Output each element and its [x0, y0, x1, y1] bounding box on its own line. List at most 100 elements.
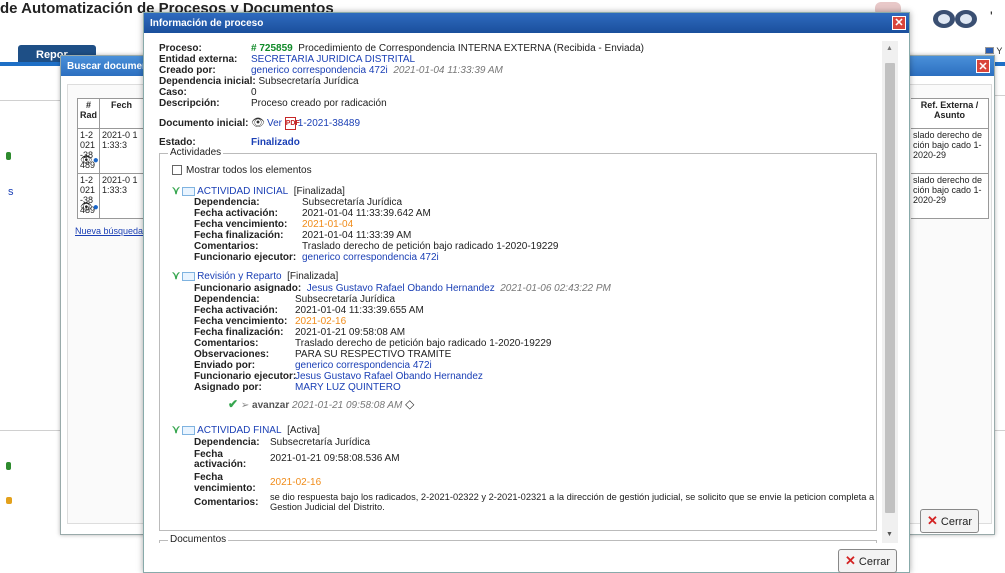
- field-label: Fecha finalización:: [194, 230, 284, 241]
- warning-dot-icon: [6, 497, 12, 504]
- column-header-date: Fech: [99, 98, 143, 129]
- created-date: 2021-01-04 11:33:39 AM: [393, 65, 503, 76]
- activity-name[interactable]: Revisión y Reparto: [197, 271, 281, 282]
- advance-date: 2021-01-21 09:58:08 AM: [292, 400, 403, 411]
- pdf-icon: PDF: [284, 116, 300, 130]
- documents-legend: Documentos: [168, 534, 229, 543]
- comment-line: Gestion Judicial del Distrito.: [270, 502, 385, 512]
- field-value[interactable]: generico correspondencia 472i: [295, 360, 432, 371]
- scrollbar-thumb[interactable]: [885, 63, 895, 513]
- field-label: Dependencia:: [194, 437, 260, 448]
- eye-icon: 👁: [251, 117, 265, 129]
- divider: [0, 100, 60, 101]
- view-link[interactable]: Ver: [267, 118, 282, 129]
- field-value: 2021-01-04 11:33:39.655 AM: [295, 305, 424, 316]
- activity-initial[interactable]: ⋎ ACTIVIDAD INICIAL [Finalizada]: [172, 184, 345, 197]
- field-label: Fecha activación:: [194, 208, 278, 219]
- assigned-official[interactable]: Jesus Gustavo Rafael Obando Hernandez: [307, 283, 495, 294]
- process-name: Procedimiento de Correspondencia INTERNA…: [298, 43, 644, 54]
- close-icon: ✕: [927, 513, 938, 528]
- field-label: Comentarios:: [194, 241, 259, 252]
- view-eye-icon[interactable]: 👁●: [80, 202, 99, 213]
- header-text-fragment: ': [990, 8, 993, 24]
- field-value[interactable]: Jesus Gustavo Rafael Obando Hernandez: [295, 371, 483, 382]
- expand-chevron-icon[interactable]: ⋎: [172, 424, 180, 436]
- expand-chevron-icon[interactable]: ⋎: [172, 270, 180, 282]
- field-label: Creado por:: [159, 65, 216, 76]
- date-cell: 2021-0 11:33:3: [99, 173, 143, 219]
- table-row[interactable]: slado derecho de ción bajo cado 1-2020-2…: [911, 128, 989, 174]
- activity-name[interactable]: ACTIVIDAD INICIAL: [197, 186, 288, 197]
- binoculars-icon: [930, 2, 980, 32]
- field-label: Dependencia:: [194, 294, 260, 305]
- field-label: Fecha vencimiento:: [194, 316, 288, 327]
- field-value: Subsecretaría Jurídica: [302, 197, 403, 208]
- side-link-fragment[interactable]: s: [8, 186, 14, 198]
- activity-name[interactable]: ACTIVIDAD FINAL: [197, 425, 281, 436]
- comment-line: se dio respuesta bajo los radicados, 2-2…: [270, 492, 875, 502]
- field-label: Comentarios:: [194, 338, 259, 349]
- field-label: Comentarios:: [194, 497, 259, 508]
- field-label: Documento inicial:: [159, 118, 249, 129]
- documents-fieldset: [159, 540, 877, 543]
- activities-legend: Actividades: [168, 147, 224, 158]
- advance-label: avanzar: [252, 400, 290, 411]
- expand-chevron-icon[interactable]: ⋎: [172, 185, 180, 197]
- field-label: Enviado por:: [194, 360, 256, 371]
- description: Proceso creado por radicación: [251, 98, 387, 109]
- activity-status: [Activa]: [287, 425, 320, 436]
- document-link[interactable]: 1-2021-38489: [298, 118, 360, 129]
- folder-icon: [182, 425, 196, 435]
- activity-review[interactable]: ⋎ Revisión y Reparto [Finalizada]: [172, 269, 338, 282]
- assigned-date: 2021-01-06 02:43:22 PM: [500, 283, 611, 294]
- column-header-asunto: Ref. Externa / Asunto: [911, 98, 989, 129]
- field-value: 2021-01-21 09:58:08.536 AM: [270, 453, 400, 464]
- show-all-checkbox[interactable]: [172, 165, 182, 176]
- field-label: Funcionario ejecutor:: [194, 371, 297, 382]
- date-cell: 2021-0 11:33:3: [99, 128, 143, 174]
- field-value: Subsecretaría Jurídica: [270, 437, 371, 448]
- field-label: Caso:: [159, 87, 187, 98]
- folder-icon: [182, 271, 196, 281]
- field-label: Funcionario asignado:: [194, 283, 302, 294]
- field-label: Funcionario ejecutor:: [194, 252, 297, 263]
- field-value[interactable]: MARY LUZ QUINTERO: [295, 382, 401, 393]
- results-table-right: Ref. Externa / Asunto slado derecho de c…: [911, 98, 989, 219]
- search-close-button[interactable]: ✕ Cerrar: [920, 509, 980, 533]
- view-eye-icon[interactable]: 👁●: [80, 155, 99, 166]
- field-value: Traslado derecho de petición bajo radica…: [302, 241, 559, 252]
- table-row[interactable]: slado derecho de ción bajo cado 1-2020-2…: [911, 173, 989, 219]
- field-label: Proceso:: [159, 43, 202, 54]
- search-modal-close-icon[interactable]: ✕: [976, 59, 990, 73]
- field-value: 2021-01-04 11:33:39.642 AM: [302, 208, 431, 219]
- creator-link[interactable]: generico correspondencia 472i: [251, 65, 388, 76]
- activity-final[interactable]: ⋎ ACTIVIDAD FINAL [Activa]: [172, 423, 320, 436]
- modal-scrollbar[interactable]: ▲ ▼: [882, 41, 898, 543]
- field-label: Dependencia inicial:: [159, 76, 256, 87]
- field-label: Fecha activación:: [194, 305, 278, 316]
- field-value: PARA SU RESPECTIVO TRAMITE: [295, 349, 452, 360]
- process-status: Finalizado: [251, 137, 300, 148]
- new-search-link[interactable]: Nueva búsqueda: [75, 226, 143, 236]
- field-value: 2021-02-16: [270, 477, 322, 488]
- process-info-modal: Información de proceso ✕ Proceso: # 72585…: [143, 12, 910, 573]
- modal-close-icon[interactable]: ✕: [892, 16, 906, 30]
- close-icon: ✕: [845, 553, 856, 568]
- scroll-down-icon[interactable]: ▼: [886, 531, 893, 538]
- close-button[interactable]: ✕ Cerrar: [838, 549, 898, 573]
- external-entity: SECRETARIA JURIDICA DISTRITAL: [251, 54, 416, 65]
- checkmark-icon: ✔: [228, 397, 239, 411]
- table-row[interactable]: 1-2021-38489 2021-0 11:33:3: [77, 128, 143, 174]
- divider: [0, 430, 60, 431]
- field-label: Dependencia:: [194, 197, 260, 208]
- field-label: Fecha: [194, 472, 223, 483]
- activity-status: [Finalizada]: [287, 271, 339, 282]
- modal-title: Información de proceso: [144, 13, 909, 33]
- modal-content: Proceso: # 725859 Procedimiento de Corres…: [156, 41, 883, 543]
- field-value: 2021-01-04: [302, 219, 354, 230]
- field-label: activación:: [194, 459, 247, 470]
- diamond-icon: ◇: [405, 397, 415, 411]
- process-number: # 725859: [251, 43, 293, 54]
- field-value[interactable]: generico correspondencia 472i: [302, 252, 439, 263]
- scroll-up-icon[interactable]: ▲: [886, 45, 893, 52]
